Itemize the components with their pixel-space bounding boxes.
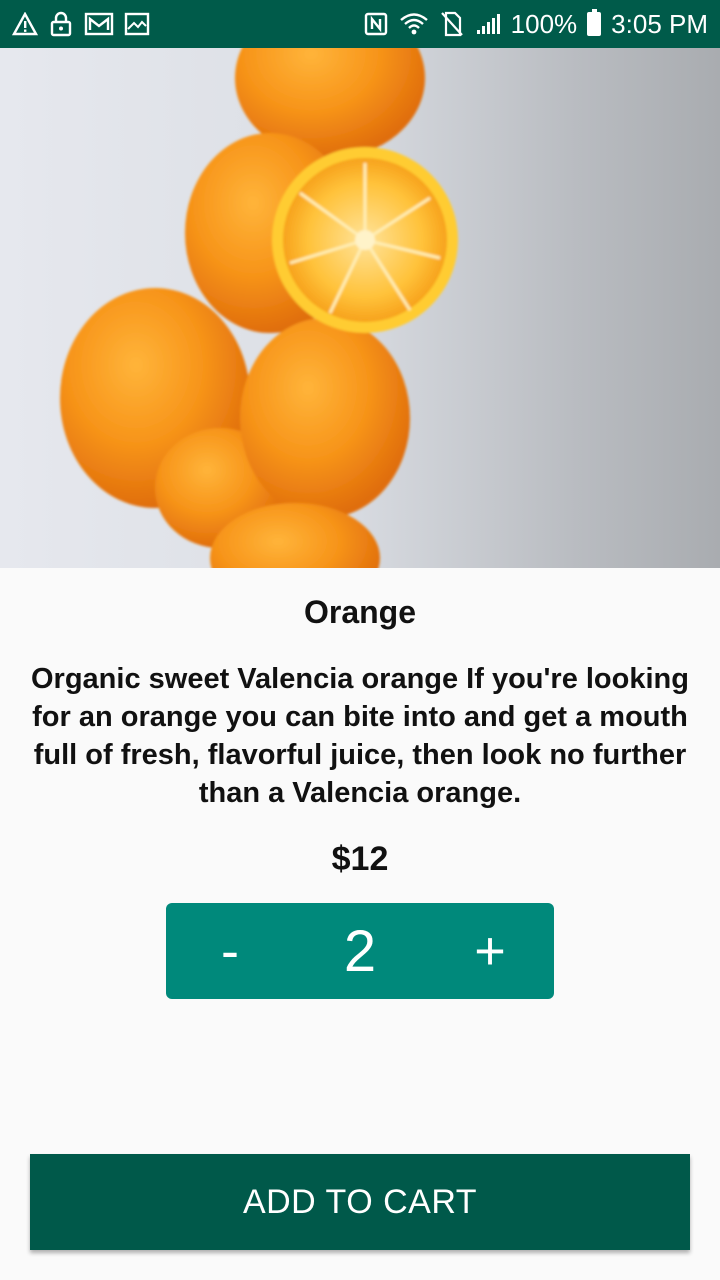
add-to-cart-button[interactable]: ADD TO CART: [30, 1154, 690, 1250]
status-right-icons: 100% 3:05 PM: [363, 9, 708, 40]
product-description: Organic sweet Valencia orange If you're …: [31, 663, 689, 809]
decrement-button[interactable]: -: [200, 911, 260, 991]
product-price: $12: [331, 840, 389, 878]
oranges-illustration: [60, 48, 458, 568]
product-image: [0, 48, 720, 568]
quantity-stepper: - 2 +: [166, 903, 554, 999]
increment-button[interactable]: +: [460, 911, 520, 991]
lock-icon: [48, 11, 74, 37]
image-icon: [124, 11, 150, 37]
battery-icon: [587, 9, 602, 36]
status-left-icons: [12, 11, 150, 37]
signal-icon: [475, 11, 501, 37]
gmail-icon: [84, 11, 114, 37]
warning-icon: [12, 11, 38, 37]
status-bar: 100% 3:05 PM: [0, 0, 720, 48]
wifi-icon: [399, 11, 429, 37]
quantity-value: 2: [343, 918, 377, 984]
battery-percent: 100%: [510, 8, 578, 39]
no-sim-icon: [439, 11, 465, 37]
product-title: Orange: [303, 594, 417, 630]
nfc-icon: [363, 11, 389, 37]
clock: 3:05 PM: [611, 8, 708, 39]
